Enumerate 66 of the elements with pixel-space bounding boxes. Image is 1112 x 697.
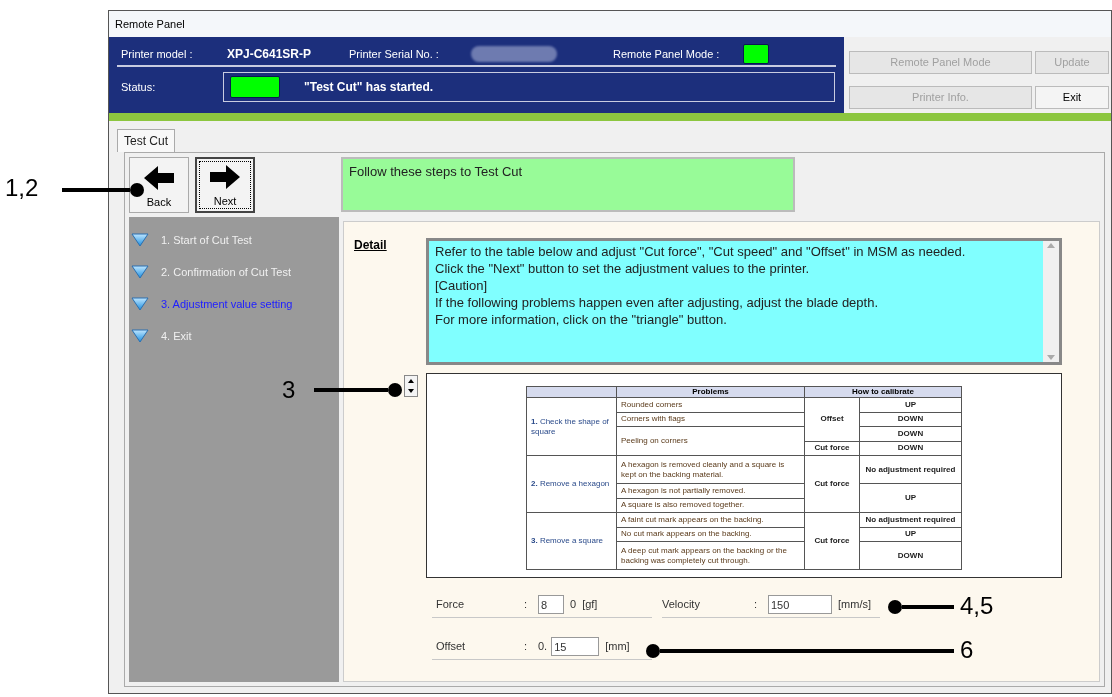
value-input[interactable]: 8 bbox=[538, 595, 564, 614]
table-cell: UP bbox=[859, 527, 962, 542]
status-label: Status: bbox=[120, 79, 157, 95]
detail-label: Detail bbox=[354, 237, 387, 254]
mode-label: Remote Panel Mode : bbox=[613, 46, 721, 62]
table-cell: A hexagon is removed cleanly and a square is kept on the backing material. bbox=[616, 455, 805, 484]
callout-label: 1,2 bbox=[5, 174, 39, 202]
tab[interactable]: Test Cut bbox=[117, 129, 175, 152]
header-button[interactable]: Exit bbox=[1035, 86, 1109, 109]
back-button[interactable]: Back bbox=[129, 157, 189, 213]
table-cell: 1. Check the shape of square bbox=[526, 397, 617, 456]
field-label: Force bbox=[435, 597, 466, 613]
callout-label: 4,5 bbox=[960, 592, 994, 620]
spinner-control[interactable] bbox=[404, 375, 418, 397]
table-cell: 3. Remove a square bbox=[526, 512, 617, 570]
table-cell: UP bbox=[859, 397, 962, 413]
field-label: Velocity bbox=[662, 597, 701, 613]
table-cell: Cut force bbox=[804, 455, 860, 513]
table-cell: 2. Remove a hexagon bbox=[526, 455, 617, 513]
left-arrow-icon bbox=[144, 165, 174, 190]
next-button[interactable]: Next bbox=[195, 157, 255, 213]
table-cell: Rounded corners bbox=[616, 397, 805, 413]
table-cell: A faint cut mark appears on the backing. bbox=[616, 512, 805, 528]
model-value: XPJ-C641SR-P bbox=[227, 46, 313, 63]
table-cell: DOWN bbox=[859, 426, 962, 442]
value-input[interactable]: 150 bbox=[768, 595, 832, 614]
detail-text: Refer to the table below and adjust "Cut force", "Cut speed" and "Offset" in MSM as needed. Click the "Next" button to set the adjustment values to the printer. [Caution] If the following problems happen even after adjusting, adjust the blade depth. For more information, click on the "triangle" button. bbox=[434, 243, 967, 329]
table-cell: DOWN bbox=[859, 541, 962, 570]
triangle-icon bbox=[131, 329, 149, 343]
field-label: Offset bbox=[435, 639, 467, 655]
table-cell: DOWN bbox=[859, 412, 962, 427]
triangle-icon bbox=[131, 233, 149, 247]
triangle-icon bbox=[131, 265, 149, 279]
table-cell: DOWN bbox=[859, 441, 962, 456]
scroll-down-icon bbox=[1047, 355, 1055, 360]
scrollbar[interactable] bbox=[1043, 241, 1059, 362]
serial-label: Printer Serial No. : bbox=[349, 46, 440, 62]
up-arrow-icon bbox=[408, 379, 414, 383]
down-arrow-icon bbox=[408, 389, 414, 393]
window-title: Remote Panel bbox=[115, 16, 185, 32]
table-cell: Cut force bbox=[804, 512, 860, 570]
colon-text: : bbox=[524, 639, 529, 655]
colon-text: : bbox=[524, 597, 529, 613]
table-cell: Cut force bbox=[804, 441, 860, 456]
unit-text: [gf] bbox=[582, 597, 598, 613]
leader-line bbox=[888, 600, 954, 614]
right-arrow-icon bbox=[210, 164, 240, 189]
prefix-text: 0. bbox=[538, 639, 548, 655]
callout-label: 6 bbox=[960, 636, 974, 664]
suffix-text: 0 bbox=[570, 597, 577, 613]
column-header: How to calibrate bbox=[804, 386, 962, 398]
table-cell: Offset bbox=[804, 397, 860, 442]
instruction-box: Follow these steps to Test Cut bbox=[341, 157, 795, 212]
status-message: "Test Cut" has started. bbox=[304, 79, 434, 96]
callout-label: 3 bbox=[282, 376, 296, 404]
table-cell: No adjustment required bbox=[859, 512, 962, 528]
column-header: Problems bbox=[616, 386, 805, 398]
table-cell: UP bbox=[859, 483, 962, 513]
value-input[interactable]: 15 bbox=[551, 637, 600, 656]
unit-text: [mm/s] bbox=[838, 597, 871, 613]
unit-text: [mm] bbox=[605, 639, 630, 655]
table-cell: No adjustment required bbox=[859, 455, 962, 484]
triangle-icon bbox=[131, 297, 149, 311]
scroll-up-icon bbox=[1047, 243, 1055, 248]
colon-text: : bbox=[754, 597, 759, 613]
model-label: Printer model : bbox=[120, 46, 194, 62]
